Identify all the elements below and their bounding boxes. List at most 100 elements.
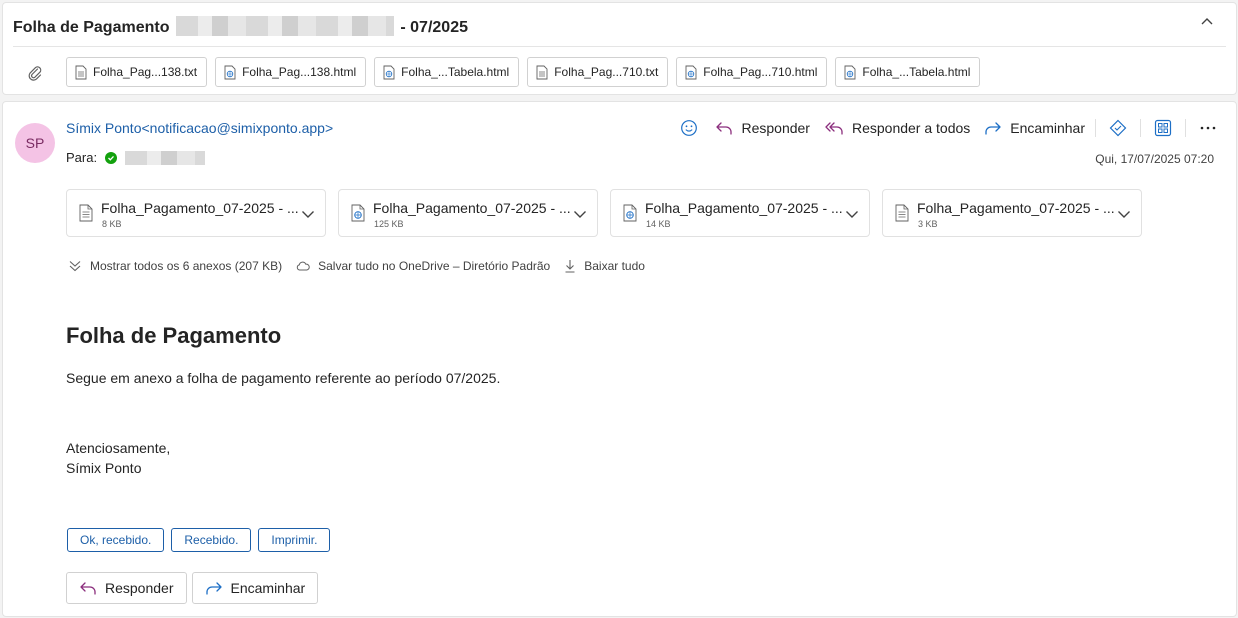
email-subject: Folha de Pagamento - 07/2025: [13, 16, 468, 37]
suggested-reply-button[interactable]: Recebido.: [171, 528, 252, 552]
to-label: Para:: [66, 150, 98, 165]
subject-suffix: - 07/2025: [400, 19, 468, 36]
reply-label: Responder: [741, 120, 810, 136]
divider: [1185, 119, 1186, 137]
message-date: Qui, 17/07/2025 07:20: [1095, 152, 1214, 166]
attachment-card[interactable]: Folha_Pagamento_07-2025 - ... 14 KB: [610, 189, 870, 237]
attachment-card[interactable]: Folha_Pagamento_07-2025 - ... 8 KB: [66, 189, 326, 237]
attachment-size: 125 KB: [374, 219, 404, 229]
reply-all-label: Responder a todos: [851, 120, 971, 136]
smiley-icon: [681, 120, 698, 136]
more-icon: [1200, 126, 1216, 130]
attachment-name: Folha_Pagamento_07-2025 - ...: [645, 200, 843, 216]
attachment-size: 8 KB: [102, 219, 122, 229]
save-onedrive-link[interactable]: Salvar tudo no OneDrive – Diretório Padr…: [296, 259, 550, 273]
download-all-link[interactable]: Baixar tudo: [564, 259, 645, 273]
attachment-chip-label: Folha_Pag...138.html: [242, 65, 357, 79]
attachment-card-list: Folha_Pagamento_07-2025 - ... 8 KB Folha…: [66, 189, 1142, 237]
attachment-name: Folha_Pagamento_07-2025 - ...: [101, 200, 299, 216]
reply-icon: [716, 122, 733, 135]
attachment-size: 14 KB: [646, 219, 671, 229]
attachment-chip-label: Folha_Pag...710.html: [703, 65, 818, 79]
attachment-card[interactable]: Folha_Pagamento_07-2025 - ... 3 KB: [882, 189, 1142, 237]
diamond-tag-icon: [1109, 119, 1127, 137]
paperclip-icon: [28, 66, 42, 81]
attachment-actions: Mostrar todos os 6 anexos (207 KB) Salva…: [68, 259, 659, 273]
text-file-icon: [536, 65, 548, 79]
reply-all-button[interactable]: Responder a todos: [824, 120, 970, 136]
redacted-recipient[interactable]: [125, 150, 206, 165]
subject-prefix: Folha de Pagamento: [13, 19, 170, 36]
suggested-reply-button[interactable]: Ok, recebido.: [67, 528, 165, 552]
reply-all-icon: [825, 122, 843, 135]
attachment-size: 3 KB: [918, 219, 938, 229]
chevron-down-icon[interactable]: [845, 208, 859, 220]
web-file-icon: [224, 65, 236, 79]
chevron-down-icon[interactable]: [301, 208, 315, 220]
divider: [13, 46, 1226, 47]
double-chevron-down-icon: [69, 261, 81, 272]
attachment-chip-label: Folha_...Tabela.html: [401, 65, 510, 79]
reply-icon: [80, 582, 96, 595]
addin-button[interactable]: [1106, 116, 1130, 140]
attachment-name: Folha_Pagamento_07-2025 - ...: [373, 200, 571, 216]
attachment-card[interactable]: Folha_Pagamento_07-2025 - ... 125 KB: [338, 189, 598, 237]
attachment-chip-label: Folha_Pag...710.txt: [554, 65, 659, 79]
body-paragraph: Segue em anexo a folha de pagamento refe…: [66, 370, 501, 386]
text-file-icon: [79, 204, 93, 222]
avatar[interactable]: SP: [15, 123, 55, 163]
suggested-replies: Ok, recebido. Recebido. Imprimir.: [67, 528, 331, 552]
attachment-chip-label: Folha_...Tabela.html: [862, 65, 971, 79]
download-icon: [565, 260, 575, 273]
body-heading: Folha de Pagamento: [66, 323, 282, 348]
chevron-up-icon[interactable]: [1200, 15, 1214, 29]
save-onedrive-label: Salvar tudo no OneDrive – Diretório Padr…: [318, 259, 551, 273]
attachment-chip[interactable]: Folha_...Tabela.html: [374, 57, 520, 87]
forward-icon: [985, 122, 1001, 135]
bottom-reply-button[interactable]: Responder: [66, 572, 187, 604]
bottom-actions: Responder Encaminhar: [66, 572, 319, 604]
cloud-icon: [296, 261, 310, 271]
text-file-icon: [75, 65, 87, 79]
attachment-chip[interactable]: Folha_Pag...710.html: [676, 57, 828, 87]
chevron-down-icon[interactable]: [573, 208, 587, 220]
web-file-icon: [685, 65, 697, 79]
text-file-icon: [895, 204, 909, 222]
divider: [1095, 119, 1096, 137]
redacted-block: [175, 16, 394, 36]
attachment-chip-label: Folha_Pag...138.txt: [93, 65, 198, 79]
attachment-chip[interactable]: Folha_Pag...138.txt: [66, 57, 208, 87]
body-closing: Atenciosamente,: [66, 440, 171, 456]
web-file-icon: [351, 204, 365, 222]
reply-button[interactable]: Responder: [715, 120, 810, 136]
verified-icon: [105, 151, 118, 164]
attachment-chip-list: Folha_Pag...138.txt Folha_Pag...138.html…: [66, 57, 981, 87]
forward-button[interactable]: Encaminhar: [984, 120, 1085, 136]
download-all-label: Baixar tudo: [584, 259, 645, 273]
attachment-chip[interactable]: Folha_...Tabela.html: [835, 57, 981, 87]
emoji-reaction-button[interactable]: [677, 116, 701, 140]
sender-name[interactable]: Símix Ponto<notificacao@simixponto.app>: [66, 120, 333, 136]
bottom-forward-label: Encaminhar: [230, 580, 306, 596]
apps-button[interactable]: [1151, 116, 1175, 140]
apps-grid-icon: [1154, 119, 1172, 137]
show-all-label: Mostrar todos os 6 anexos (207 KB): [90, 259, 283, 273]
bottom-forward-button[interactable]: Encaminhar: [191, 572, 319, 604]
show-all-attachments-link[interactable]: Mostrar todos os 6 anexos (207 KB): [68, 259, 282, 273]
chevron-down-icon[interactable]: [1117, 208, 1131, 220]
forward-icon: [205, 582, 222, 595]
more-actions-button[interactable]: [1196, 116, 1220, 140]
web-file-icon: [383, 65, 395, 79]
message-card: SP Símix Ponto<notificacao@simixponto.ap…: [2, 101, 1237, 617]
suggested-reply-button[interactable]: Imprimir.: [258, 528, 331, 552]
body-signature: Símix Ponto: [66, 460, 142, 476]
message-actions: Responder Responder a todos Encaminhar: [667, 116, 1220, 140]
attachment-chip[interactable]: Folha_Pag...710.txt: [527, 57, 669, 87]
subject-card: Folha de Pagamento - 07/2025 Folha_Pag..…: [2, 2, 1237, 95]
divider: [1140, 119, 1141, 137]
recipients-row: Para:: [66, 150, 206, 165]
web-file-icon: [623, 204, 637, 222]
attachment-chip[interactable]: Folha_Pag...138.html: [215, 57, 367, 87]
web-file-icon: [844, 65, 856, 79]
bottom-reply-label: Responder: [105, 580, 174, 596]
